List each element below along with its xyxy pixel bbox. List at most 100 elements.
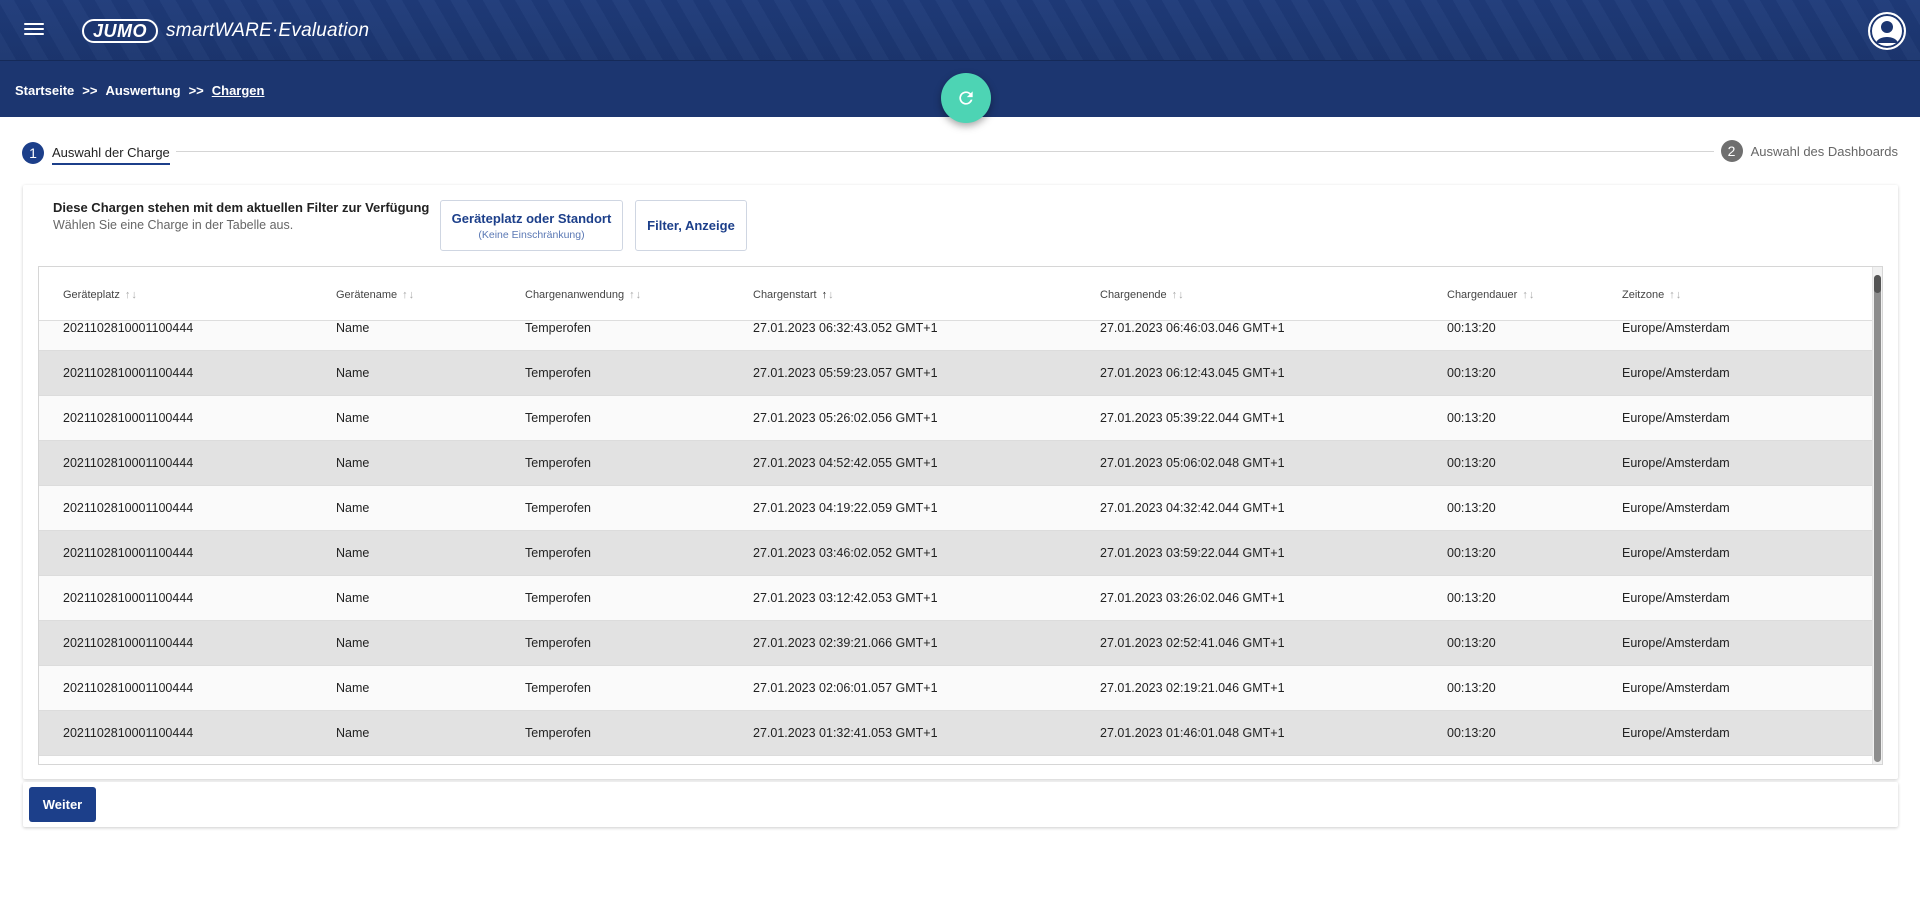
sort-arrows-icon[interactable]: ↑↓ <box>822 289 835 301</box>
cell-chargendauer: 00:13:20 <box>1447 411 1496 425</box>
cell-zeitzone: Europe/Amsterdam <box>1622 411 1730 425</box>
column-header-zeitzone[interactable]: Zeitzone ↑↓ <box>1622 289 1682 301</box>
action-bar: Weiter <box>23 782 1898 827</box>
sort-arrows-icon[interactable]: ↑↓ <box>1522 289 1535 301</box>
step-dashboard-selection[interactable]: 2 Auswahl des Dashboards <box>1720 140 1898 162</box>
app-name: smartWARE·Evaluation <box>166 20 370 41</box>
sort-arrows-icon[interactable]: ↑↓ <box>402 289 415 301</box>
cell-chargendauer: 00:13:20 <box>1447 681 1496 695</box>
column-header-label: Geräteplatz <box>63 289 120 301</box>
breadcrumb-home[interactable]: Startseite <box>15 83 74 98</box>
column-header-gerateplatz[interactable]: Geräteplatz ↑↓ <box>63 289 138 301</box>
cell-gerateplatz: 2021102810001100444 <box>63 411 194 425</box>
table-row[interactable]: 2021102810001100444 Name Temperofen 27.01.2… <box>39 621 1872 666</box>
table-row[interactable]: 2021102810001100444 Name Temperofen 27.01.2… <box>39 576 1872 621</box>
step-number: 2 <box>1720 140 1743 162</box>
breadcrumb-current[interactable]: Chargen <box>212 83 265 98</box>
cell-chargenende: 27.01.2023 02:52:41.046 GMT+1 <box>1100 636 1285 650</box>
cell-chargenende: 27.01.2023 05:06:02.048 GMT+1 <box>1100 456 1285 470</box>
batch-selection-panel: Diese Chargen stehen mit dem aktuellen F… <box>23 185 1898 779</box>
column-header-chargenanwendung[interactable]: Chargenanwendung ↑↓ <box>525 289 642 301</box>
cell-chargendauer: 00:13:20 <box>1447 546 1496 560</box>
cell-chargenende: 27.01.2023 06:46:03.046 GMT+1 <box>1100 321 1285 335</box>
cell-zeitzone: Europe/Amsterdam <box>1622 501 1730 515</box>
column-header-geratename[interactable]: Gerätename ↑↓ <box>336 289 415 301</box>
step-label: Auswahl der Charge <box>52 145 170 165</box>
scrollbar-thumb[interactable] <box>1874 275 1881 293</box>
cell-chargenstart: 27.01.2023 02:06:01.057 GMT+1 <box>753 681 938 695</box>
stepper-line <box>176 151 1714 152</box>
table-scrollbar[interactable] <box>1872 267 1882 764</box>
table-row[interactable]: 2021102810001100444 Name Temperofen 27.01.2… <box>39 531 1872 576</box>
cell-geratename: Name <box>336 591 370 605</box>
cell-chargenanwendung: Temperofen <box>525 321 592 335</box>
panel-title: Diese Chargen stehen mit dem aktuellen F… <box>53 200 430 215</box>
location-filter-button[interactable]: Geräteplatz oder Standort (Keine Einschr… <box>440 200 623 251</box>
table-row[interactable]: 2021102810001100444 Name Temperofen 27.01.2… <box>39 666 1872 711</box>
table-row[interactable]: 2021102810001100444 Name Temperofen 27.01.2… <box>39 396 1872 441</box>
column-header-chargenstart[interactable]: Chargenstart ↑↓ <box>753 289 835 301</box>
cell-chargendauer: 00:13:20 <box>1447 366 1496 380</box>
app-logo[interactable]: JUMO smartWARE·Evaluation <box>82 18 369 44</box>
breadcrumb-evaluation[interactable]: Auswertung <box>105 83 180 98</box>
user-avatar-icon[interactable] <box>1868 12 1906 50</box>
cell-chargenende: 27.01.2023 01:46:01.048 GMT+1 <box>1100 726 1285 740</box>
column-header-chargenende[interactable]: Chargenende ↑↓ <box>1100 289 1185 301</box>
batch-table: Geräteplatz ↑↓ Gerätename ↑↓ Chargenanwendun… <box>38 266 1883 765</box>
panel-subtitle: Wählen Sie eine Charge in der Tabelle au… <box>53 218 294 232</box>
location-filter-sublabel: (Keine Einschränkung) <box>478 228 585 241</box>
logo-badge: JUMO <box>82 19 159 43</box>
display-filter-label: Filter, Anzeige <box>647 218 735 233</box>
cell-zeitzone: Europe/Amsterdam <box>1622 681 1730 695</box>
location-filter-label: Geräteplatz oder Standort <box>451 210 612 226</box>
table-row[interactable]: 2021102810001100444 Name Temperofen 27.01.2… <box>39 351 1872 396</box>
cell-chargenanwendung: Temperofen <box>525 681 592 695</box>
cell-zeitzone: Europe/Amsterdam <box>1622 591 1730 605</box>
table-row[interactable]: 2021102810001100444 Name Temperofen 27.01.2… <box>39 321 1872 351</box>
hamburger-menu-icon[interactable] <box>22 20 46 40</box>
table-row[interactable]: 2021102810001100444 Name Temperofen 27.01.2… <box>39 711 1872 756</box>
table-row[interactable]: 2021102810001100444 Name Temperofen 27.01.2… <box>39 441 1872 486</box>
cell-chargenstart: 27.01.2023 03:12:42.053 GMT+1 <box>753 591 938 605</box>
cell-gerateplatz: 2021102810001100444 <box>63 591 194 605</box>
cell-chargenende: 27.01.2023 05:39:22.044 GMT+1 <box>1100 411 1285 425</box>
cell-gerateplatz: 2021102810001100444 <box>63 321 194 335</box>
refresh-icon <box>959 91 973 105</box>
stepper: 1 Auswahl der Charge 2 Auswahl des Dashb… <box>0 138 1920 168</box>
step-batch-selection[interactable]: 1 Auswahl der Charge <box>22 140 170 165</box>
cell-geratename: Name <box>336 681 370 695</box>
cell-geratename: Name <box>336 456 370 470</box>
column-header-chargendauer[interactable]: Chargendauer ↑↓ <box>1447 289 1535 301</box>
display-filter-button[interactable]: Filter, Anzeige <box>635 200 747 251</box>
cell-chargenanwendung: Temperofen <box>525 726 592 740</box>
cell-chargenstart: 27.01.2023 01:32:41.053 GMT+1 <box>753 726 938 740</box>
cell-chargenende: 27.01.2023 04:32:42.044 GMT+1 <box>1100 501 1285 515</box>
sort-arrows-icon[interactable]: ↑↓ <box>1669 289 1682 301</box>
scrollbar-track-fill[interactable] <box>1874 275 1881 762</box>
step-number: 1 <box>22 141 44 164</box>
cell-gerateplatz: 2021102810001100444 <box>63 546 194 560</box>
app-header: JUMO smartWARE·Evaluation <box>0 0 1920 61</box>
refresh-button[interactable] <box>941 73 991 123</box>
cell-chargendauer: 00:13:20 <box>1447 501 1496 515</box>
cell-chargendauer: 00:13:20 <box>1447 726 1496 740</box>
table-row[interactable]: 2021102810001100444 Name Temperofen 27.01.2… <box>39 486 1872 531</box>
cell-zeitzone: Europe/Amsterdam <box>1622 546 1730 560</box>
sort-arrows-icon[interactable]: ↑↓ <box>629 289 642 301</box>
sort-arrows-icon[interactable]: ↑↓ <box>125 289 138 301</box>
cell-zeitzone: Europe/Amsterdam <box>1622 321 1730 335</box>
cell-chargenstart: 27.01.2023 03:46:02.052 GMT+1 <box>753 546 938 560</box>
column-header-label: Zeitzone <box>1622 289 1665 301</box>
cell-zeitzone: Europe/Amsterdam <box>1622 366 1730 380</box>
cell-chargendauer: 00:13:20 <box>1447 321 1496 335</box>
cell-chargenende: 27.01.2023 06:12:43.045 GMT+1 <box>1100 366 1285 380</box>
cell-chargenende: 27.01.2023 03:26:02.046 GMT+1 <box>1100 591 1285 605</box>
cell-geratename: Name <box>336 501 370 515</box>
cell-gerateplatz: 2021102810001100444 <box>63 681 194 695</box>
cell-geratename: Name <box>336 411 370 425</box>
cell-geratename: Name <box>336 636 370 650</box>
cell-chargenanwendung: Temperofen <box>525 501 592 515</box>
next-button[interactable]: Weiter <box>29 787 96 822</box>
cell-chargenende: 27.01.2023 02:19:21.046 GMT+1 <box>1100 681 1285 695</box>
sort-arrows-icon[interactable]: ↑↓ <box>1172 289 1185 301</box>
